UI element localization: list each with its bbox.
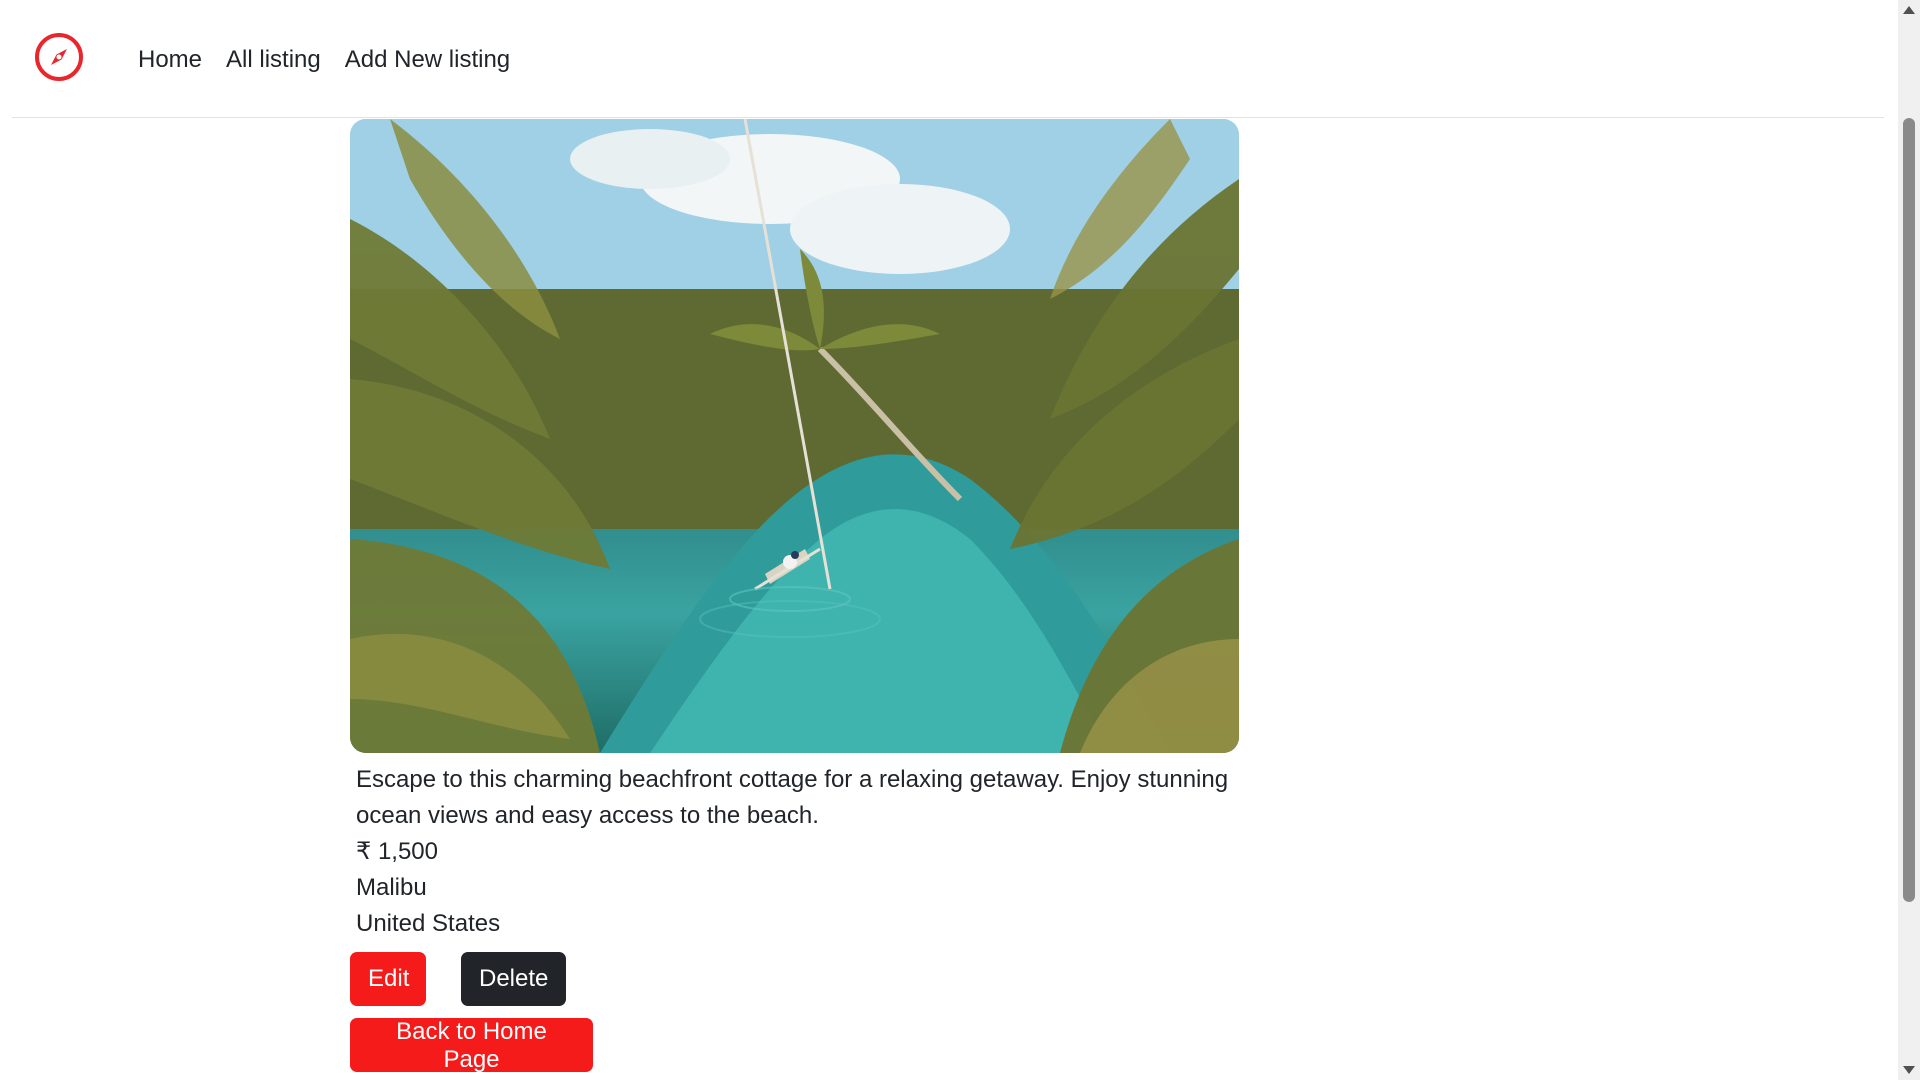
nav-link-add-new-listing[interactable]: Add New listing	[333, 40, 522, 80]
navbar: Home All listing Add New listing	[12, 0, 1884, 118]
listing-description: Escape to this charming beachfront cotta…	[356, 766, 1229, 829]
scroll-up-icon[interactable]	[1903, 6, 1915, 14]
nav-links: Home All listing Add New listing	[126, 40, 522, 80]
back-to-home-button[interactable]: Back to Home Page	[350, 1018, 593, 1073]
edit-button[interactable]: Edit	[350, 952, 426, 1006]
vertical-scrollbar[interactable]	[1898, 0, 1920, 1080]
listing-details: Escape to this charming beachfront cotta…	[356, 762, 1236, 942]
scroll-down-icon[interactable]	[1903, 1066, 1915, 1074]
listing-location: Malibu	[356, 874, 427, 901]
scroll-thumb[interactable]	[1903, 118, 1915, 902]
nav-link-home[interactable]: Home	[126, 40, 214, 80]
delete-button[interactable]: Delete	[461, 952, 566, 1006]
compass-icon[interactable]	[34, 32, 84, 82]
listing-image	[350, 119, 1239, 753]
nav-link-all-listing[interactable]: All listing	[214, 40, 333, 80]
listing-country: United States	[356, 910, 501, 937]
listing-price: ₹ 1,500	[356, 838, 438, 865]
listing-image-illustration	[350, 119, 1239, 753]
